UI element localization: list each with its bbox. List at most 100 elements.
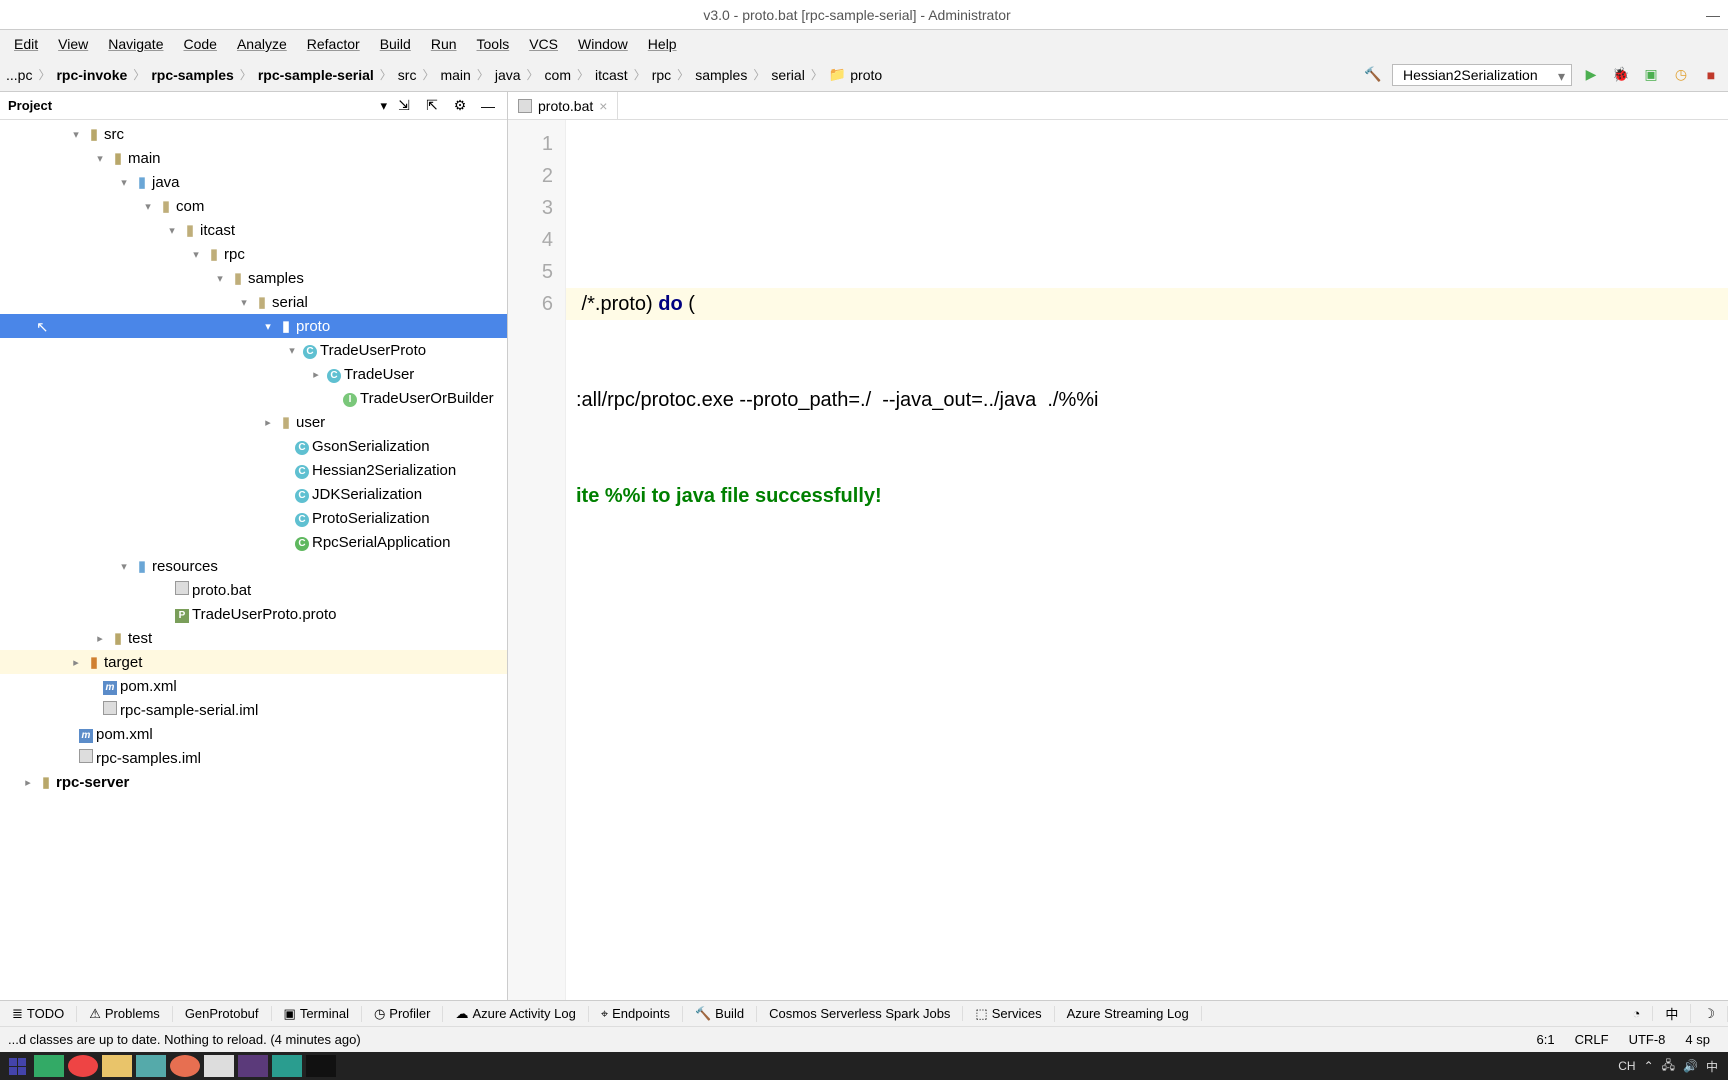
tree-itcast[interactable]: itcast — [200, 222, 235, 239]
tab-proto-bat[interactable]: proto.bat × — [508, 92, 618, 119]
tab-azure-activity[interactable]: ☁Azure Activity Log — [443, 1006, 588, 1022]
tray-pin[interactable]: 中 — [1706, 1058, 1718, 1075]
menu-build[interactable]: Build — [370, 34, 421, 54]
hammer-build-icon[interactable]: 🔨 — [1362, 64, 1384, 86]
menu-navigate[interactable]: Navigate — [98, 34, 173, 54]
network-icon[interactable]: 🖧 — [1662, 1056, 1675, 1077]
tab-build[interactable]: 🔨Build — [683, 1006, 757, 1022]
tree-rpcserver[interactable]: rpc-server — [56, 774, 129, 791]
taskbar-notepad[interactable] — [204, 1055, 234, 1077]
tree-serial[interactable]: serial — [272, 294, 308, 311]
tab-cosmos[interactable]: Cosmos Serverless Spark Jobs — [757, 1006, 963, 1021]
tree-java[interactable]: java — [152, 174, 180, 191]
menu-refactor[interactable]: Refactor — [297, 34, 370, 54]
coverage-icon[interactable]: ▣ — [1640, 64, 1662, 86]
system-tray[interactable]: CH ⌃ 🖧 🔊 中 — [1618, 1056, 1724, 1077]
menubar: Edit View Navigate Code Analyze Refactor… — [0, 30, 1728, 58]
proto-file-icon: P — [175, 609, 189, 623]
package-icon: ▮ — [252, 293, 272, 311]
stop-icon[interactable]: ■ — [1700, 64, 1722, 86]
taskbar-photos[interactable] — [136, 1055, 166, 1077]
taskbar-app[interactable] — [34, 1055, 64, 1077]
tree-target[interactable]: target — [104, 654, 142, 671]
menu-window[interactable]: Window — [568, 34, 638, 54]
menu-help[interactable]: Help — [638, 34, 687, 54]
ime-switch[interactable]: 中 — [1653, 1004, 1691, 1023]
windows-taskbar: CH ⌃ 🖧 🔊 中 — [0, 1052, 1728, 1080]
iml-file-icon — [103, 701, 117, 715]
close-tab-icon[interactable]: × — [599, 98, 607, 114]
line-separator[interactable]: CRLF — [1565, 1032, 1619, 1047]
taskbar-cmd[interactable] — [306, 1055, 336, 1077]
taskbar-intellij[interactable] — [238, 1055, 268, 1077]
tab-endpoints[interactable]: ⌖Endpoints — [589, 1006, 683, 1022]
tree-protoser[interactable]: ProtoSerialization — [312, 510, 430, 527]
project-tree[interactable]: ▾▮src ▾▮main ▾▮java ▾▮com ▾▮itcast ▾▮rpc… — [0, 120, 507, 1000]
tree-resources[interactable]: resources — [152, 558, 218, 575]
tree-test[interactable]: test — [128, 630, 152, 647]
tree-src[interactable]: src — [104, 126, 124, 143]
tree-pom2[interactable]: pom.xml — [96, 726, 153, 743]
profile-icon[interactable]: ◷ — [1670, 64, 1692, 86]
menu-view[interactable]: View — [48, 34, 98, 54]
theme-toggle-icon[interactable]: ☽ — [1691, 1006, 1728, 1022]
menu-vcs[interactable]: VCS — [519, 34, 568, 54]
tab-azure-streaming[interactable]: Azure Streaming Log — [1055, 1006, 1202, 1021]
tree-rpc[interactable]: rpc — [224, 246, 245, 263]
event-log-icon[interactable]: ◔ — [1620, 1006, 1653, 1021]
menu-analyze[interactable]: Analyze — [227, 34, 297, 54]
gear-icon[interactable]: ⚙ — [449, 95, 471, 117]
code-content[interactable]: /*.proto) do ( :all/rpc/protoc.exe --pro… — [566, 120, 1728, 1000]
menu-code[interactable]: Code — [173, 34, 226, 54]
caret-position[interactable]: 6:1 — [1527, 1032, 1565, 1047]
tab-genprotobuf[interactable]: GenProtobuf — [173, 1006, 272, 1021]
indent-setting[interactable]: 4 sp — [1675, 1032, 1720, 1047]
taskbar-chrome[interactable] — [68, 1055, 98, 1077]
tab-terminal[interactable]: ▣Terminal — [272, 1006, 362, 1022]
package-icon: ▮ — [156, 197, 176, 215]
tree-user[interactable]: user — [296, 414, 325, 431]
tree-protobat[interactable]: proto.bat — [192, 582, 251, 599]
tab-todo[interactable]: ≣TODO — [0, 1006, 77, 1022]
start-button[interactable] — [4, 1055, 30, 1077]
tree-pom[interactable]: pom.xml — [120, 678, 177, 695]
tray-chevron-icon[interactable]: ⌃ — [1644, 1059, 1654, 1073]
tree-iml2[interactable]: rpc-samples.iml — [96, 750, 201, 767]
tree-com[interactable]: com — [176, 198, 204, 215]
taskbar-app2[interactable] — [272, 1055, 302, 1077]
taskbar-firefox[interactable] — [170, 1055, 200, 1077]
collapse-all-icon[interactable]: ⇱ — [421, 95, 443, 117]
ime-indicator[interactable]: CH — [1618, 1059, 1635, 1073]
tree-rpcapp[interactable]: RpcSerialApplication — [312, 534, 450, 551]
menu-edit[interactable]: Edit — [4, 34, 48, 54]
hide-icon[interactable]: — — [477, 95, 499, 117]
tree-samples[interactable]: samples — [248, 270, 304, 287]
maven-file-icon: m — [103, 681, 117, 695]
menu-run[interactable]: Run — [421, 34, 467, 54]
debug-icon[interactable]: 🐞 — [1610, 64, 1632, 86]
tree-iml1[interactable]: rpc-sample-serial.iml — [120, 702, 258, 719]
tree-protofile[interactable]: TradeUserProto.proto — [192, 606, 337, 623]
minimize-button[interactable]: — — [1706, 7, 1720, 23]
run-icon[interactable]: ▶ — [1580, 64, 1602, 86]
tree-gson[interactable]: GsonSerialization — [312, 438, 430, 455]
tree-proto[interactable]: proto — [296, 318, 330, 335]
menu-tools[interactable]: Tools — [467, 34, 520, 54]
volume-icon[interactable]: 🔊 — [1683, 1059, 1698, 1073]
taskbar-explorer[interactable] — [102, 1055, 132, 1077]
tree-hessian[interactable]: Hessian2Serialization — [312, 462, 456, 479]
tree-tradeuser[interactable]: TradeUser — [344, 366, 414, 383]
tab-problems[interactable]: ⚠Problems — [77, 1006, 173, 1022]
tree-jdk[interactable]: JDKSerialization — [312, 486, 422, 503]
project-panel-title: Project — [8, 98, 374, 113]
tree-tradeuserproto[interactable]: TradeUserProto — [320, 342, 426, 359]
tab-services[interactable]: ⬚Services — [963, 1006, 1054, 1022]
tab-profiler[interactable]: ◷Profiler — [362, 1006, 444, 1022]
tree-tradeuserorbuilder[interactable]: TradeUserOrBuilder — [360, 390, 494, 407]
expand-all-icon[interactable]: ⇲ — [393, 95, 415, 117]
run-config-dropdown[interactable]: Hessian2Serialization — [1392, 64, 1572, 86]
file-encoding[interactable]: UTF-8 — [1619, 1032, 1676, 1047]
tree-main[interactable]: main — [128, 150, 161, 167]
window-title: v3.0 - proto.bat [rpc-sample-serial] - A… — [703, 7, 1010, 23]
breadcrumb[interactable]: ...pc〉 rpc-invoke〉 rpc-samples〉 rpc-samp… — [6, 66, 1362, 83]
